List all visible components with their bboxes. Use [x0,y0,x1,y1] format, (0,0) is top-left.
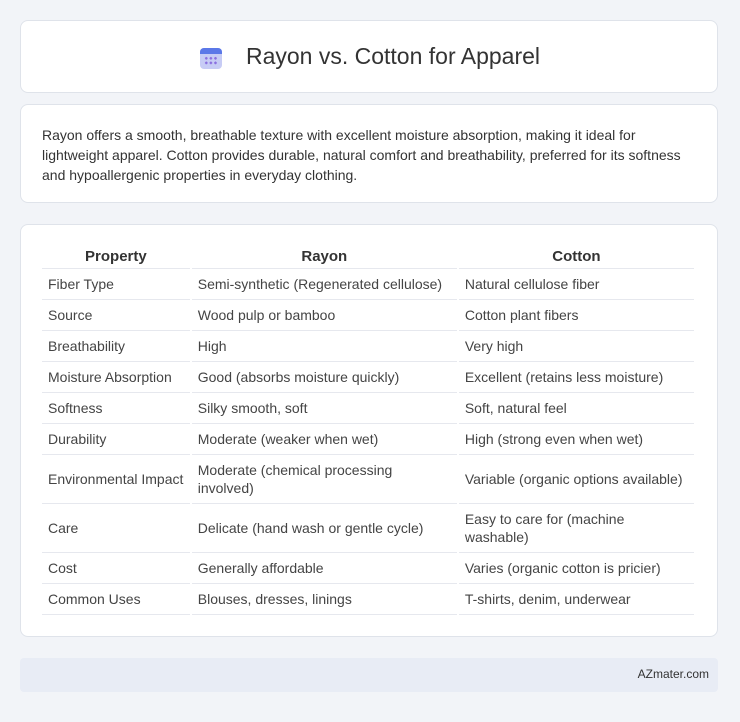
table-row: Fiber Type Semi-synthetic (Regenerated c… [42,269,694,300]
cell-rayon: Semi-synthetic (Regenerated cellulose) [191,269,457,300]
cell-rayon: Silky smooth, soft [191,393,457,424]
header-cotton: Cotton [458,243,694,269]
cell-property: Durability [42,424,190,455]
cell-rayon: Blouses, dresses, linings [191,584,457,615]
table-row: Breathability High Very high [42,331,694,362]
table-row: Source Wood pulp or bamboo Cotton plant … [42,300,694,331]
table-row: Environmental Impact Moderate (chemical … [42,455,694,504]
cell-property: Breathability [42,331,190,362]
cell-cotton: Excellent (retains less moisture) [458,362,694,393]
cell-property: Moisture Absorption [42,362,190,393]
cell-rayon: High [191,331,457,362]
table-row: Care Delicate (hand wash or gentle cycle… [42,504,694,553]
comparison-card: Property Rayon Cotton Fiber Type Semi-sy… [20,224,718,637]
cell-property: Fiber Type [42,269,190,300]
cell-cotton: Variable (organic options available) [458,455,694,504]
cell-property: Care [42,504,190,553]
comparison-table: Property Rayon Cotton Fiber Type Semi-sy… [40,243,696,615]
table-row: Moisture Absorption Good (absorbs moistu… [42,362,694,393]
cell-cotton: High (strong even when wet) [458,424,694,455]
calendar-icon [198,44,224,70]
cell-cotton: Easy to care for (machine washable) [458,504,694,553]
title-card: Rayon vs. Cotton for Apparel [20,20,718,93]
cell-rayon: Wood pulp or bamboo [191,300,457,331]
cell-property: Softness [42,393,190,424]
cell-cotton: Cotton plant fibers [458,300,694,331]
table-header-row: Property Rayon Cotton [42,243,694,269]
table-row: Cost Generally affordable Varies (organi… [42,553,694,584]
page-title: Rayon vs. Cotton for Apparel [245,43,541,69]
cell-cotton: Natural cellulose fiber [458,269,694,300]
footer-site-link[interactable]: AZmater.com [638,667,709,681]
cell-property: Source [42,300,190,331]
intro-card: Rayon offers a smooth, breathable textur… [20,104,718,203]
cell-rayon: Good (absorbs moisture quickly) [191,362,457,393]
footer: AZmater.com [20,658,718,692]
cell-rayon: Delicate (hand wash or gentle cycle) [191,504,457,553]
table-row: Common Uses Blouses, dresses, linings T-… [42,584,694,615]
intro-text: Rayon offers a smooth, breathable textur… [42,127,681,183]
cell-cotton: T-shirts, denim, underwear [458,584,694,615]
cell-cotton: Varies (organic cotton is pricier) [458,553,694,584]
table-row: Softness Silky smooth, soft Soft, natura… [42,393,694,424]
header-rayon: Rayon [191,243,457,269]
cell-cotton: Soft, natural feel [458,393,694,424]
cell-property: Common Uses [42,584,190,615]
cell-rayon: Moderate (weaker when wet) [191,424,457,455]
header-property: Property [42,243,190,269]
cell-rayon: Generally affordable [191,553,457,584]
table-row: Durability Moderate (weaker when wet) Hi… [42,424,694,455]
cell-rayon: Moderate (chemical processing involved) [191,455,457,504]
cell-property: Environmental Impact [42,455,190,504]
cell-cotton: Very high [458,331,694,362]
cell-property: Cost [42,553,190,584]
